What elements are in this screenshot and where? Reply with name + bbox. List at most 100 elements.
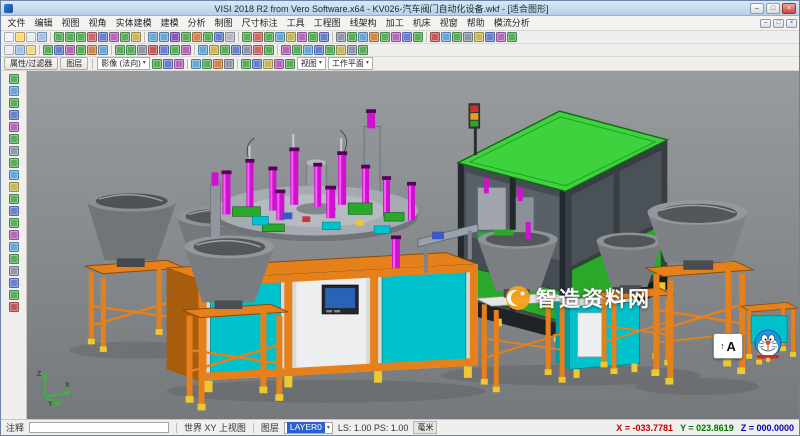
toolbar-icon[interactable] bbox=[65, 45, 75, 55]
toolbar-icon[interactable] bbox=[336, 32, 346, 42]
menu-item[interactable]: 编辑 bbox=[30, 16, 57, 30]
toolbar-icon[interactable] bbox=[264, 32, 274, 42]
toolbar-icon[interactable] bbox=[286, 32, 296, 42]
toolbar-icon[interactable] bbox=[263, 59, 273, 69]
menu-item[interactable]: 尺寸标注 bbox=[237, 16, 282, 30]
toolbar-icon[interactable] bbox=[358, 32, 368, 42]
toolbar-icon[interactable] bbox=[308, 32, 318, 42]
toolbar-icon[interactable] bbox=[15, 32, 25, 42]
toolbar-icon[interactable] bbox=[225, 32, 235, 42]
toolbar-icon[interactable] bbox=[65, 32, 75, 42]
toolbar-icon[interactable] bbox=[109, 32, 119, 42]
toolbar-icon[interactable] bbox=[253, 32, 263, 42]
toolbar-icon[interactable] bbox=[98, 45, 108, 55]
toolbar-icon[interactable] bbox=[192, 32, 202, 42]
toolbar-icon[interactable] bbox=[181, 45, 191, 55]
toolbar-icon[interactable] bbox=[191, 59, 201, 69]
toolbar-icon[interactable] bbox=[369, 32, 379, 42]
toolbar-icon[interactable] bbox=[198, 45, 208, 55]
minimize-button[interactable]: – bbox=[750, 3, 764, 14]
toolbar-icon[interactable] bbox=[54, 45, 64, 55]
close-button[interactable]: × bbox=[782, 3, 796, 14]
cad-model-canvas[interactable] bbox=[27, 71, 799, 419]
toolbar-icon[interactable] bbox=[98, 32, 108, 42]
toolbar-icon[interactable] bbox=[9, 122, 19, 132]
toolbar-icon[interactable] bbox=[253, 45, 263, 55]
toolbar-icon[interactable] bbox=[9, 170, 19, 180]
toolbar-icon[interactable] bbox=[9, 74, 19, 84]
toolbar-icon[interactable] bbox=[252, 59, 262, 69]
menu-item[interactable]: 视角 bbox=[84, 16, 111, 30]
view-dropdown[interactable]: 视图 ▾ bbox=[297, 57, 326, 70]
toolbar-icon[interactable] bbox=[137, 45, 147, 55]
toolbar-icon[interactable] bbox=[54, 32, 64, 42]
child-minimize-button[interactable]: – bbox=[760, 19, 771, 28]
toolbar-icon[interactable] bbox=[336, 45, 346, 55]
toolbar-icon[interactable] bbox=[9, 254, 19, 264]
toolbar-icon[interactable] bbox=[9, 290, 19, 300]
toolbar-icon[interactable] bbox=[4, 32, 14, 42]
toolbar-icon[interactable] bbox=[297, 32, 307, 42]
menu-item[interactable]: 视窗 bbox=[435, 16, 462, 30]
menu-item[interactable]: 视图 bbox=[57, 16, 84, 30]
tab-properties-filter[interactable]: 属性/过滤器 bbox=[4, 57, 58, 70]
toolbar-icon[interactable] bbox=[148, 45, 158, 55]
toolbar-icon[interactable] bbox=[452, 32, 462, 42]
prompt-input[interactable] bbox=[29, 422, 169, 433]
child-close-button[interactable]: × bbox=[786, 19, 797, 28]
workplane-dropdown[interactable]: 工作平面 ▾ bbox=[328, 57, 373, 70]
toolbar-icon[interactable] bbox=[202, 59, 212, 69]
toolbar-icon[interactable] bbox=[220, 45, 230, 55]
menu-item[interactable]: 工程图 bbox=[309, 16, 345, 30]
toolbar-icon[interactable] bbox=[9, 242, 19, 252]
toolbar-icon[interactable] bbox=[15, 45, 25, 55]
toolbar-icon[interactable] bbox=[76, 45, 86, 55]
toolbar-icon[interactable] bbox=[507, 32, 517, 42]
toolbar-icon[interactable] bbox=[430, 32, 440, 42]
child-restore-button[interactable]: □ bbox=[773, 19, 784, 28]
tab-layers[interactable]: 图层 bbox=[60, 57, 88, 70]
toolbar-icon[interactable] bbox=[380, 32, 390, 42]
shading-mode-dropdown[interactable]: 影像 (法向) ▾ bbox=[97, 57, 150, 70]
menu-item[interactable]: 建模 bbox=[156, 16, 183, 30]
toolbar-icon[interactable] bbox=[148, 32, 158, 42]
layer-combo[interactable]: LAYER0 ▾ bbox=[284, 422, 333, 434]
workplane-status[interactable]: 世界 XY 上视图 bbox=[184, 421, 246, 434]
menu-item[interactable]: 分析 bbox=[183, 16, 210, 30]
toolbar-icon[interactable] bbox=[9, 278, 19, 288]
toolbar-icon[interactable] bbox=[264, 45, 274, 55]
toolbar-icon[interactable] bbox=[152, 59, 162, 69]
menu-item[interactable]: 工具 bbox=[282, 16, 309, 30]
menu-item[interactable]: 机床 bbox=[408, 16, 435, 30]
toolbar-icon[interactable] bbox=[274, 59, 284, 69]
toolbar-icon[interactable] bbox=[9, 182, 19, 192]
menu-item[interactable]: 帮助 bbox=[462, 16, 489, 30]
toolbar-icon[interactable] bbox=[241, 59, 251, 69]
toolbar-icon[interactable] bbox=[120, 32, 130, 42]
toolbar-icon[interactable] bbox=[9, 230, 19, 240]
toolbar-icon[interactable] bbox=[9, 218, 19, 228]
toolbar-icon[interactable] bbox=[402, 32, 412, 42]
toolbar-icon[interactable] bbox=[9, 134, 19, 144]
toolbar-icon[interactable] bbox=[413, 32, 423, 42]
toolbar-icon[interactable] bbox=[159, 32, 169, 42]
toolbar-icon[interactable] bbox=[9, 194, 19, 204]
toolbar-icon[interactable] bbox=[281, 45, 291, 55]
toolbar-icon[interactable] bbox=[9, 98, 19, 108]
toolbar-icon[interactable] bbox=[303, 45, 313, 55]
menu-item[interactable]: 线架构 bbox=[345, 16, 381, 30]
toolbar-icon[interactable] bbox=[37, 32, 47, 42]
menu-item[interactable]: 制图 bbox=[210, 16, 237, 30]
toolbar-icon[interactable] bbox=[163, 59, 173, 69]
toolbar-icon[interactable] bbox=[319, 32, 329, 42]
toolbar-icon[interactable] bbox=[76, 32, 86, 42]
toolbar-icon[interactable] bbox=[26, 45, 36, 55]
toolbar-icon[interactable] bbox=[131, 32, 141, 42]
toolbar-icon[interactable] bbox=[159, 45, 169, 55]
toolbar-icon[interactable] bbox=[275, 32, 285, 42]
toolbar-icon[interactable] bbox=[242, 32, 252, 42]
toolbar-icon[interactable] bbox=[9, 206, 19, 216]
toolbar-icon[interactable] bbox=[441, 32, 451, 42]
toolbar-icon[interactable] bbox=[347, 45, 357, 55]
toolbar-icon[interactable] bbox=[9, 158, 19, 168]
